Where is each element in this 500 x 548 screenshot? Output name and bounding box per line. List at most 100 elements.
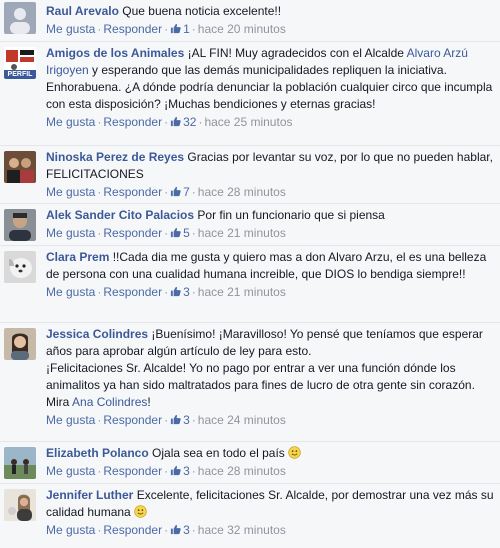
separator: · — [164, 285, 169, 299]
separator: · — [97, 185, 102, 199]
profile-badge: PERFIL — [4, 70, 36, 79]
like-button[interactable]: Me gusta — [46, 413, 95, 427]
timestamp[interactable]: hace 20 minutos — [198, 22, 286, 36]
timestamp[interactable]: hace 25 minutos — [204, 115, 292, 129]
like-button[interactable]: Me gusta — [46, 523, 95, 537]
thumbs-up-icon — [170, 116, 181, 127]
reply-button[interactable]: Responder — [103, 413, 162, 427]
reply-button[interactable]: Responder — [103, 285, 162, 299]
separator: · — [97, 22, 102, 36]
comment-actions: Me gusta · Responder · 7 · hace 28 minutos — [46, 183, 494, 202]
comment-body: Alek Sander Cito Palacios Por fin un fun… — [46, 207, 494, 224]
like-count-value: 32 — [183, 115, 197, 129]
timestamp[interactable]: hace 28 minutos — [198, 464, 286, 478]
reply-button[interactable]: Responder — [103, 115, 162, 129]
comment-author[interactable]: Jennifer Luther — [46, 488, 133, 502]
separator: · — [164, 413, 169, 427]
avatar[interactable] — [4, 447, 36, 479]
like-count[interactable]: 3 — [170, 523, 190, 537]
timestamp[interactable]: hace 32 minutos — [198, 523, 286, 537]
like-count[interactable]: 32 — [170, 115, 196, 129]
comment-author[interactable]: Elizabeth Polanco — [46, 446, 149, 460]
comment-actions: Me gusta · Responder · 3 · hace 21 minutos — [46, 283, 494, 302]
reply-button[interactable]: Responder — [103, 523, 162, 537]
thumbs-up-icon — [170, 23, 181, 34]
comment: PERFIL Amigos de los Animales ¡AL FIN! M… — [0, 42, 500, 146]
separator: · — [97, 115, 102, 129]
comment-body: Jennifer Luther Excelente, felicitacione… — [46, 487, 494, 521]
comment-feed: Raul Arevalo Que buena noticia excelente… — [0, 0, 500, 548]
comment-author[interactable]: Ninoska Perez de Reyes — [46, 150, 184, 164]
avatar[interactable] — [4, 2, 36, 34]
like-count[interactable]: 3 — [170, 285, 190, 299]
comment-text: Ojala sea en todo el país — [152, 446, 285, 460]
separator: · — [164, 115, 169, 129]
separator: · — [164, 523, 169, 537]
avatar[interactable] — [4, 251, 36, 283]
timestamp[interactable]: hace 24 minutos — [198, 413, 286, 427]
comment-actions: Me gusta · Responder · 5 · hace 21 minutos — [46, 224, 494, 243]
thumbs-up-icon — [170, 227, 181, 238]
comment: Ninoska Perez de Reyes Gracias por levan… — [0, 146, 500, 204]
like-count[interactable]: 7 — [170, 185, 190, 199]
reply-button[interactable]: Responder — [103, 226, 162, 240]
like-count[interactable]: 3 — [170, 464, 190, 478]
like-count[interactable]: 5 — [170, 226, 190, 240]
comment-text: ¡AL FIN! Muy agradecidos con el Alcalde — [187, 46, 404, 60]
thumbs-up-icon — [170, 414, 181, 425]
reply-button[interactable]: Responder — [103, 185, 162, 199]
timestamp[interactable]: hace 28 minutos — [198, 185, 286, 199]
comment-body: Amigos de los Animales ¡AL FIN! Muy agra… — [46, 45, 494, 113]
avatar[interactable] — [4, 151, 36, 183]
comment-author[interactable]: Amigos de los Animales — [46, 46, 184, 60]
reply-button[interactable]: Responder — [103, 464, 162, 478]
comment: Alek Sander Cito Palacios Por fin un fun… — [0, 204, 500, 246]
avatar[interactable]: PERFIL — [4, 47, 36, 79]
like-count-value: 7 — [183, 185, 190, 199]
separator: · — [97, 285, 102, 299]
like-button[interactable]: Me gusta — [46, 226, 95, 240]
smile-emoji-icon — [288, 446, 301, 459]
mention-link[interactable]: Ana Colindres — [72, 395, 147, 409]
separator: · — [164, 226, 169, 240]
thumbs-up-icon — [170, 286, 181, 297]
separator: · — [191, 285, 196, 299]
comment-body: Jessica Colindres ¡Buenísimo! ¡Maravillo… — [46, 326, 494, 411]
smile-emoji-icon — [134, 505, 147, 518]
comment-author[interactable]: Jessica Colindres — [46, 327, 148, 341]
avatar[interactable] — [4, 489, 36, 521]
comment-author[interactable]: Alek Sander Cito Palacios — [46, 208, 194, 222]
like-button[interactable]: Me gusta — [46, 22, 95, 36]
like-button[interactable]: Me gusta — [46, 464, 95, 478]
comment-author[interactable]: Clara Prem — [46, 250, 109, 264]
separator: · — [191, 185, 196, 199]
comment-text: y esperando que las demás municipalidade… — [46, 63, 493, 111]
separator: · — [164, 185, 169, 199]
like-button[interactable]: Me gusta — [46, 115, 95, 129]
like-count[interactable]: 3 — [170, 413, 190, 427]
like-count[interactable]: 1 — [170, 22, 190, 36]
avatar[interactable] — [4, 209, 36, 241]
timestamp[interactable]: hace 21 minutos — [198, 285, 286, 299]
comment-text: Por fin un funcionario que si piensa — [197, 208, 385, 222]
comment-actions: Me gusta · Responder · 3 · hace 32 minutos — [46, 521, 494, 540]
comment: Raul Arevalo Que buena noticia excelente… — [0, 0, 500, 42]
comment: Clara Prem !!Cada dia me gusta y quiero … — [0, 246, 500, 323]
separator: · — [191, 226, 196, 240]
separator: · — [191, 464, 196, 478]
separator: · — [164, 22, 169, 36]
like-button[interactable]: Me gusta — [46, 285, 95, 299]
reply-button[interactable]: Responder — [103, 22, 162, 36]
separator: · — [97, 523, 102, 537]
avatar[interactable] — [4, 328, 36, 360]
thumbs-up-icon — [170, 524, 181, 535]
comment-text: ! — [147, 395, 151, 409]
separator: · — [191, 413, 196, 427]
like-button[interactable]: Me gusta — [46, 185, 95, 199]
timestamp[interactable]: hace 21 minutos — [198, 226, 286, 240]
like-count-value: 3 — [183, 413, 190, 427]
separator: · — [97, 464, 102, 478]
comment-author[interactable]: Raul Arevalo — [46, 4, 119, 18]
comment-actions: Me gusta · Responder · 3 · hace 24 minutos — [46, 411, 494, 430]
like-count-value: 5 — [183, 226, 190, 240]
